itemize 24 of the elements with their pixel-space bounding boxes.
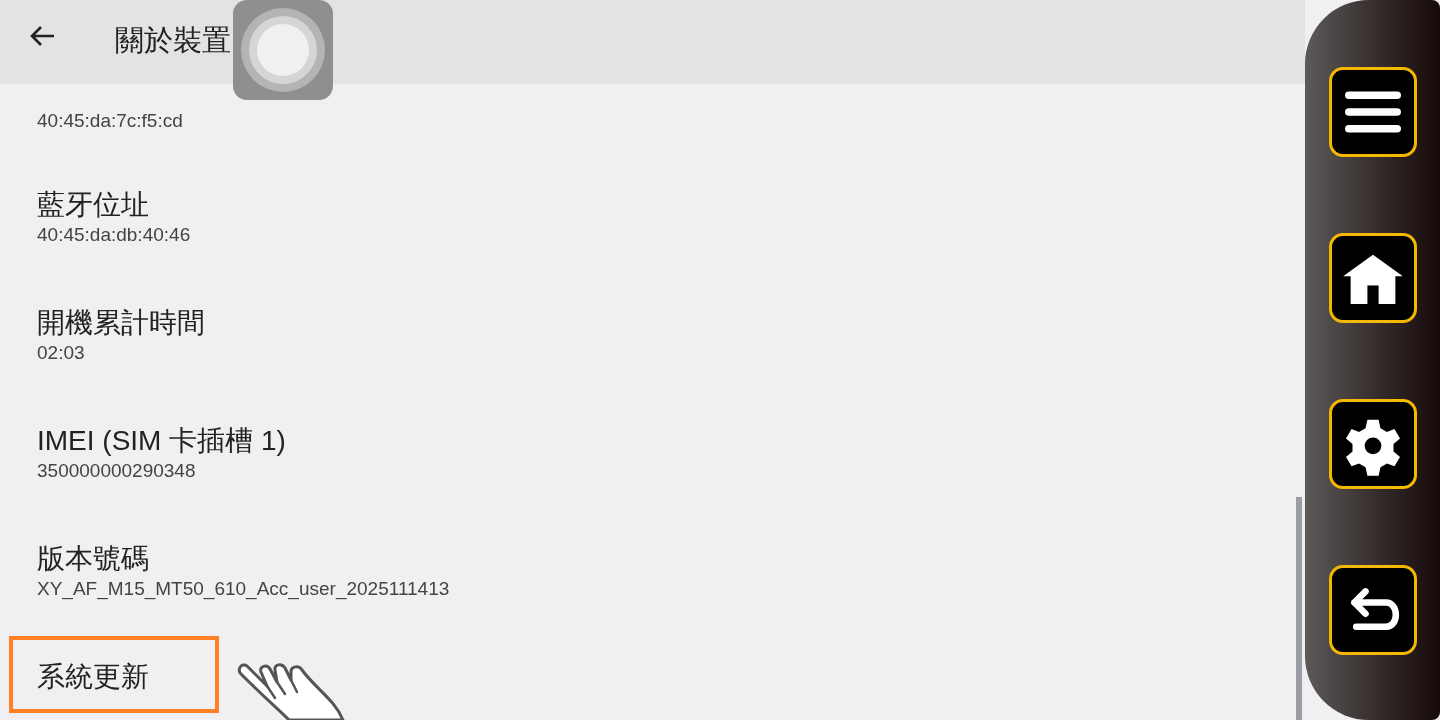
home-button[interactable]	[1328, 233, 1417, 323]
screen-title: 關於裝置	[115, 23, 231, 59]
item-summary: 40:45:da:db:40:46	[37, 223, 191, 247]
settings-item[interactable]: 藍牙位址 40:45:da:db:40:46	[0, 187, 1305, 305]
menu-button[interactable]	[1328, 67, 1417, 157]
back-arrow-icon[interactable]	[28, 24, 56, 48]
item-summary: XY_AF_M15_MT50_610_Acc_user_2025111413	[37, 577, 450, 601]
item-summary: 02:03	[37, 341, 85, 365]
settings-button[interactable]	[1328, 399, 1417, 489]
item-title: 版本號碼	[37, 542, 149, 576]
settings-item[interactable]: IMEI (SIM 卡插槽 1) 350000000290348	[0, 423, 1305, 541]
item-title: 開機累計時間	[37, 306, 205, 340]
scrollbar[interactable]	[1296, 497, 1302, 720]
settings-item[interactable]: 40:45:da:7c:f5:cd	[0, 109, 1305, 187]
item-summary: 350000000290348	[37, 459, 196, 483]
settings-item[interactable]: 開機累計時間 02:03	[0, 305, 1305, 423]
settings-item[interactable]: 版本號碼 XY_AF_M15_MT50_610_Acc_user_2025111413	[0, 541, 1305, 659]
item-title: 系統更新	[37, 660, 149, 694]
floating-touch-button[interactable]	[233, 0, 333, 100]
item-summary: 40:45:da:7c:f5:cd	[37, 109, 183, 133]
settings-item[interactable]: 系統更新	[0, 659, 1305, 720]
item-title: 藍牙位址	[37, 188, 149, 222]
back-button[interactable]	[1328, 565, 1417, 655]
item-title: IMEI (SIM 卡插槽 1)	[37, 424, 286, 458]
